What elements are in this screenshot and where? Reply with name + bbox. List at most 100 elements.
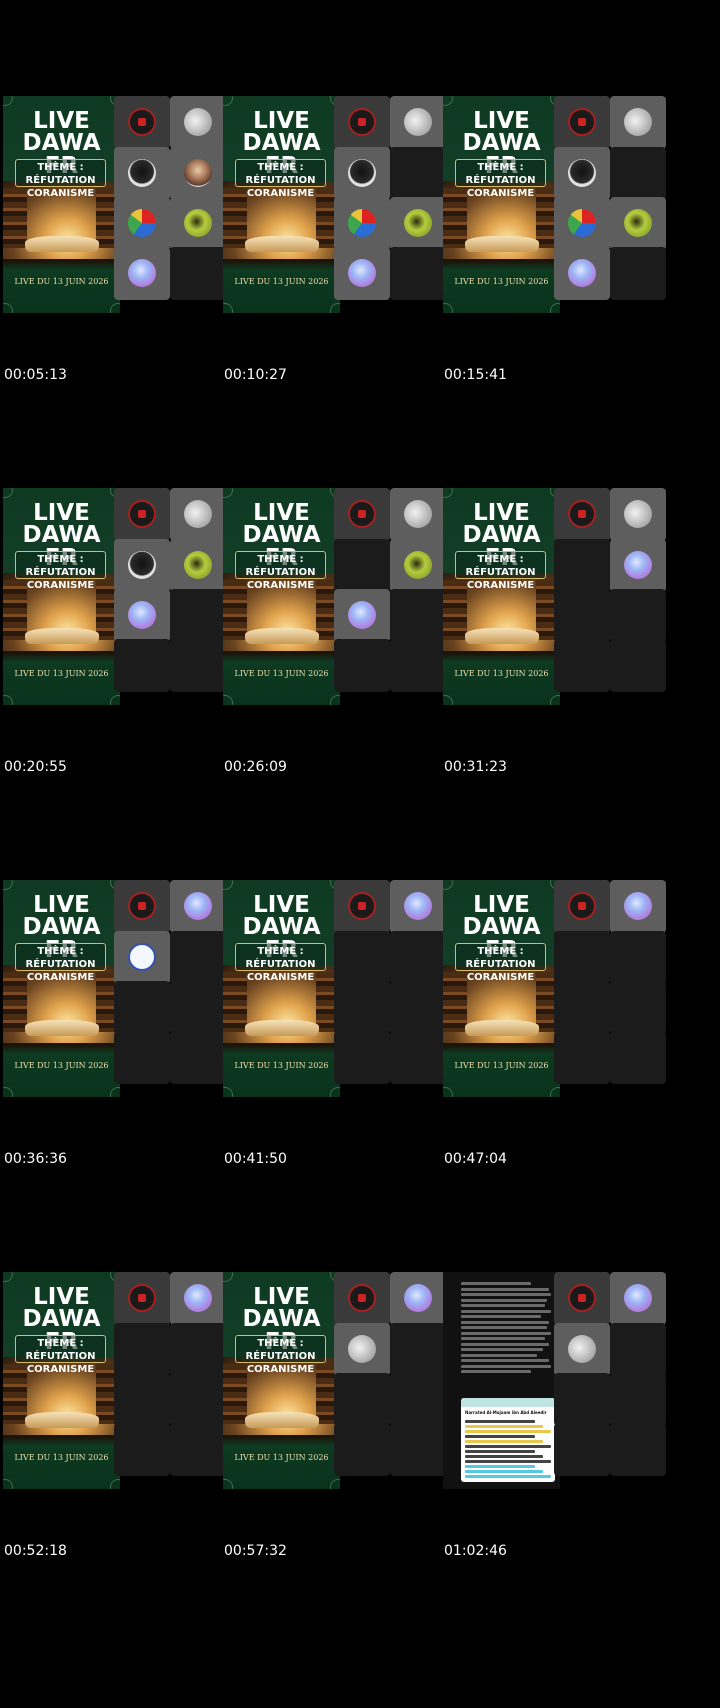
calli-avatar-icon: [128, 943, 156, 971]
ornament-icon: [223, 1272, 233, 1282]
card-header: [461, 1398, 555, 1407]
pastel-avatar-icon: [184, 892, 212, 920]
green-avatar-icon: [404, 551, 432, 579]
open-book-icon: [25, 236, 99, 252]
participant-tile[interactable]: [334, 589, 390, 642]
participant-slot-empty: [610, 931, 666, 984]
ornament-icon: [443, 695, 453, 705]
participant-tile[interactable]: [170, 488, 226, 541]
participant-tile[interactable]: [610, 1272, 666, 1325]
participant-slot-empty: [610, 247, 666, 300]
pastel-avatar-icon: [624, 551, 652, 579]
poster-theme-box: THÈME : RÉFUTATION CORANISME: [15, 943, 106, 983]
participant-tile[interactable]: [554, 247, 610, 300]
participant-tile[interactable]: [170, 147, 226, 200]
participant-tile[interactable]: [554, 147, 610, 200]
participant-tile[interactable]: [390, 96, 446, 149]
ornament-icon: [223, 303, 233, 313]
poster-theme-line1: THÈME : RÉFUTATION: [25, 554, 96, 578]
participant-tile[interactable]: [334, 247, 390, 300]
pastel-avatar-icon: [624, 1284, 652, 1312]
participant-slot-empty: [554, 1031, 610, 1084]
video-frame[interactable]: LIVEDAWA FRTHÈME : RÉFUTATIONCORANISMELI…: [3, 880, 236, 1097]
poster-theme-box: THÈME : RÉFUTATION CORANISME: [235, 159, 326, 199]
live-poster: LIVEDAWA FRTHÈME : RÉFUTATIONCORANISMELI…: [443, 96, 560, 313]
participant-tile[interactable]: [610, 197, 666, 250]
participant-tile[interactable]: [170, 539, 226, 592]
chat-text-line: [461, 1326, 547, 1329]
video-frame[interactable]: LIVEDAWA FRTHÈME : RÉFUTATIONCORANISMELI…: [3, 1272, 236, 1489]
card-text-line: [465, 1450, 535, 1453]
live-poster: LIVEDAWA FRTHÈME : RÉFUTATIONCORANISMELI…: [443, 488, 560, 705]
poster-theme-line1: THÈME : RÉFUTATION: [25, 946, 96, 970]
participant-tile[interactable]: [334, 488, 390, 541]
participant-tile[interactable]: [114, 539, 170, 592]
participant-tile[interactable]: [610, 96, 666, 149]
video-frame[interactable]: LIVEDAWA FRTHÈME : RÉFUTATIONCORANISMELI…: [223, 1272, 456, 1489]
video-frame[interactable]: LIVEDAWA FRTHÈME : RÉFUTATIONCORANISMELI…: [443, 96, 676, 313]
participant-tile[interactable]: [114, 197, 170, 250]
chat-text-line: [461, 1370, 531, 1373]
participant-slot-empty: [610, 1031, 666, 1084]
video-frame[interactable]: LIVEDAWA FRTHÈME : RÉFUTATIONCORANISMELI…: [443, 488, 676, 705]
wave-avatar-icon: [184, 108, 212, 136]
participant-slot-empty: [170, 1323, 226, 1376]
participant-tile[interactable]: [390, 880, 446, 933]
participant-tile[interactable]: [114, 147, 170, 200]
participant-tile[interactable]: [114, 931, 170, 984]
card-text-line: [465, 1470, 543, 1473]
poster-date: LIVE DU 13 JUIN 2026: [454, 669, 549, 678]
participant-tile[interactable]: [334, 1323, 390, 1376]
participant-slot-empty: [610, 1423, 666, 1476]
video-frame[interactable]: LIVEDAWA FRTHÈME : RÉFUTATIONCORANISMELI…: [223, 880, 456, 1097]
participant-tile[interactable]: [170, 197, 226, 250]
logo-avatar-icon: [128, 892, 156, 920]
video-frame[interactable]: Narrated Al-Mujaam ibn Abd Aleedir: [443, 1272, 676, 1489]
pastel-avatar-icon: [404, 892, 432, 920]
participant-tile[interactable]: [334, 880, 390, 933]
video-frame[interactable]: LIVEDAWA FRTHÈME : RÉFUTATIONCORANISMELI…: [3, 488, 236, 705]
participant-tile[interactable]: [554, 96, 610, 149]
participant-tile[interactable]: [334, 96, 390, 149]
participant-tile[interactable]: [610, 539, 666, 592]
participant-slot-empty: [170, 981, 226, 1034]
participant-tile[interactable]: [114, 488, 170, 541]
chat-text-line: [461, 1337, 545, 1340]
participant-tile[interactable]: [554, 880, 610, 933]
ornament-icon: [443, 488, 453, 498]
poster-theme-line2: CORANISME: [466, 580, 535, 591]
video-frame[interactable]: LIVEDAWA FRTHÈME : RÉFUTATIONCORANISMELI…: [223, 96, 456, 313]
participant-tile[interactable]: [170, 880, 226, 933]
participant-tile[interactable]: [114, 589, 170, 642]
participant-tile[interactable]: [170, 1272, 226, 1325]
participant-tile[interactable]: [390, 197, 446, 250]
ornament-icon: [330, 1479, 340, 1489]
logo-avatar-icon: [568, 1284, 596, 1312]
video-frame[interactable]: LIVEDAWA FRTHÈME : RÉFUTATIONCORANISMELI…: [443, 880, 676, 1097]
participant-tile[interactable]: [390, 1272, 446, 1325]
participant-tile[interactable]: [334, 197, 390, 250]
participant-tile[interactable]: [610, 880, 666, 933]
participant-tile[interactable]: [390, 488, 446, 541]
participant-tile[interactable]: [114, 96, 170, 149]
chat-text-line: [461, 1348, 543, 1351]
participant-tile[interactable]: [390, 539, 446, 592]
participant-tile[interactable]: [554, 1272, 610, 1325]
participant-slot-empty: [390, 589, 446, 642]
video-frame[interactable]: LIVEDAWA FRTHÈME : RÉFUTATIONCORANISMELI…: [3, 96, 236, 313]
participant-tile[interactable]: [114, 880, 170, 933]
participant-tile[interactable]: [114, 1272, 170, 1325]
poster-theme-line2: CORANISME: [246, 188, 315, 199]
participant-tile[interactable]: [114, 247, 170, 300]
participant-tile[interactable]: [554, 1323, 610, 1376]
participant-tile[interactable]: [554, 488, 610, 541]
participant-tile[interactable]: [610, 488, 666, 541]
participant-tile[interactable]: [334, 1272, 390, 1325]
ornament-icon: [223, 1479, 233, 1489]
video-frame[interactable]: LIVEDAWA FRTHÈME : RÉFUTATIONCORANISMELI…: [223, 488, 456, 705]
participant-tile[interactable]: [170, 96, 226, 149]
poster-theme-box: THÈME : RÉFUTATION CORANISME: [455, 551, 546, 591]
participant-tile[interactable]: [334, 147, 390, 200]
participant-slot-empty: [114, 1323, 170, 1376]
participant-tile[interactable]: [554, 197, 610, 250]
